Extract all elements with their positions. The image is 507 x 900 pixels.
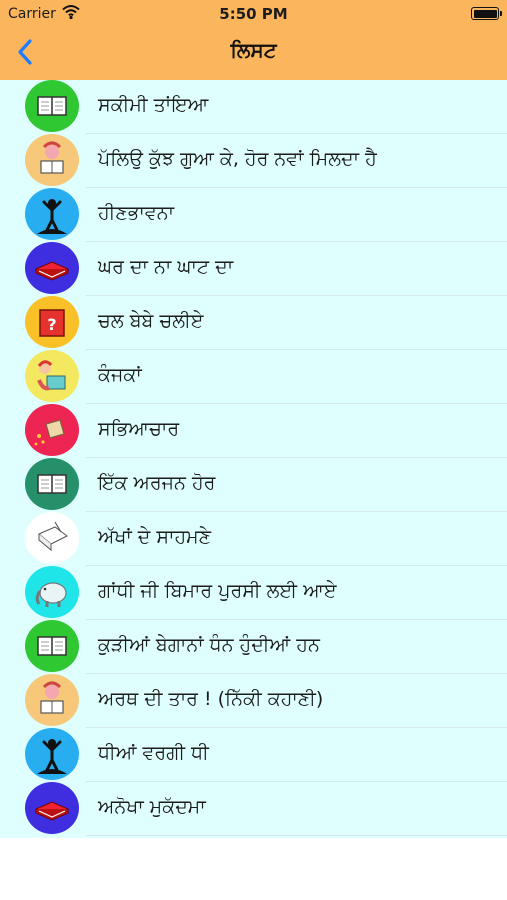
flying-book-avatar [25, 404, 79, 456]
list-item[interactable]: ਕੰਜਕਾਂ [0, 350, 507, 404]
list-item-title: ਕੰਜਕਾਂ [98, 364, 142, 386]
sketch-book-avatar [25, 512, 79, 564]
list-item-title: ਅੱਖਾਂ ਦੇ ਸਾਹਮਣੇ [98, 526, 212, 548]
battery-icon [471, 7, 502, 20]
list-item-title: ਕੁੜੀਆਂ ਬੇਗਾਨਾਂ ਧੰਨ ਹੁੰਦੀਆਂ ਹਨ [98, 634, 320, 656]
list-item[interactable]: ਅਰਥ ਦੀ ਤਾਰ ! (ਨਿੱਕੀ ਕਹਾਣੀ) [0, 674, 507, 728]
svg-text:?: ? [47, 315, 56, 334]
back-button[interactable] [8, 32, 44, 72]
person-silhouette-avatar [25, 728, 79, 780]
girl-reading-icon [40, 681, 64, 714]
list-item[interactable]: ਇੱਕ ਅਰਜਨ ਹੋਰ [0, 458, 507, 512]
list-item-title: ਹੀਣਭਾਵਨਾ [98, 202, 175, 224]
open-book-avatar [25, 80, 79, 132]
open-book-icon [37, 474, 67, 494]
list-item[interactable]: ਅਨੋਖਾ ਮੁਕੱਦਮਾ [0, 782, 507, 836]
child-reading-icon [37, 360, 66, 391]
question-book-icon: ? [39, 309, 65, 337]
list-item-title: ਅਨੋਖਾ ਮੁਕੱਦਮਾ [98, 796, 206, 818]
list-item-title: ਸਭਿਆਚਾਰ [98, 418, 180, 440]
list-item[interactable]: ਘਰ ਦਾ ਨਾ ਘਾਟ ਦਾ [0, 242, 507, 296]
list-item[interactable]: ? ਚਲ ਬੇਬੇ ਚਲੀਏ [0, 296, 507, 350]
closed-book-icon [34, 801, 70, 821]
chevron-left-icon [18, 39, 32, 65]
list-item[interactable]: ਸਭਿਆਚਾਰ [0, 404, 507, 458]
list-item-title: ਇੱਕ ਅਰਜਨ ਹੋਰ [98, 472, 216, 494]
open-book-avatar [25, 620, 79, 672]
navigation-bar: Carrier 5:50 PM ਲਿਸਟ [0, 0, 507, 80]
list-item-title: ਪੱਲਿਉ ਕੁੱਝ ਗੁਆ ਕੇ, ਹੋਰ ਨਵਾਂ ਮਿਲਦਾ ਹੈ [98, 148, 377, 170]
list-item-title: ਚਲ ਬੇਬੇ ਚਲੀਏ [98, 310, 204, 332]
person-silhouette-avatar [25, 188, 79, 240]
list-item[interactable]: ਅੱਖਾਂ ਦੇ ਸਾਹਮਣੇ [0, 512, 507, 566]
open-book-icon [37, 96, 67, 116]
page-title: ਲਿਸਟ [230, 38, 277, 62]
list-item[interactable]: ਗਾਂਧੀ ਜੀ ਬਿਮਾਰ ਪੁਰਸੀ ਲਈ ਆਏ [0, 566, 507, 620]
story-list[interactable]: ਸਕੀਮੀ ਤਾਂਇਆ ਪੱਲਿਉ ਕੁੱਝ ਗੁਆ ਕੇ, ਹੋਰ ਨਵਾਂ ਮ… [0, 80, 507, 838]
row-divider [86, 835, 507, 836]
person-silhouette-icon [37, 739, 67, 774]
list-item[interactable]: ਪੱਲਿਉ ਕੁੱਝ ਗੁਆ ਕੇ, ਹੋਰ ਨਵਾਂ ਮਿਲਦਾ ਹੈ [0, 134, 507, 188]
girl-reading-avatar [25, 674, 79, 726]
elephant-icon [35, 582, 67, 607]
list-item[interactable]: ਸਕੀਮੀ ਤਾਂਇਆ [0, 80, 507, 134]
list-item-title: ਸਕੀਮੀ ਤਾਂਇਆ [98, 94, 209, 116]
girl-reading-avatar [25, 134, 79, 186]
list-item-title: ਘਰ ਦਾ ਨਾ ਘਾਟ ਦਾ [98, 256, 234, 278]
open-book-icon [37, 636, 67, 656]
closed-book-avatar [25, 782, 79, 834]
list-item-title: ਗਾਂਧੀ ਜੀ ਬਿਮਾਰ ਪੁਰਸੀ ਲਈ ਆਏ [98, 580, 337, 602]
girl-reading-icon [40, 141, 64, 174]
list-item[interactable]: ਕੁੜੀਆਂ ਬੇਗਾਨਾਂ ਧੰਨ ਹੁੰਦੀਆਂ ਹਨ [0, 620, 507, 674]
list-item-title: ਅਰਥ ਦੀ ਤਾਰ ! (ਨਿੱਕੀ ਕਹਾਣੀ) [98, 688, 324, 710]
sketch-book-icon [38, 521, 68, 552]
person-silhouette-icon [37, 199, 67, 234]
question-book-avatar: ? [25, 296, 79, 348]
app-screen: Carrier 5:50 PM ਲਿਸਟ ਸਕੀਮੀ ਤਾਂਇਆ ਪੱਲਿਉ ਕੁ… [0, 0, 507, 900]
list-item[interactable]: ਧੀਆਂ ਵਰਗੀ ਧੀ [0, 728, 507, 782]
elephant-avatar [25, 566, 79, 618]
open-book-avatar [25, 458, 79, 510]
closed-book-avatar [25, 242, 79, 294]
closed-book-icon [34, 261, 70, 281]
list-item-title: ਧੀਆਂ ਵਰਗੀ ਧੀ [98, 742, 209, 764]
child-reading-avatar [25, 350, 79, 402]
status-bar: Carrier 5:50 PM [0, 0, 507, 28]
clock: 5:50 PM [219, 5, 288, 23]
list-item[interactable]: ਹੀਣਭਾਵਨਾ [0, 188, 507, 242]
flying-book-icon [34, 419, 65, 446]
